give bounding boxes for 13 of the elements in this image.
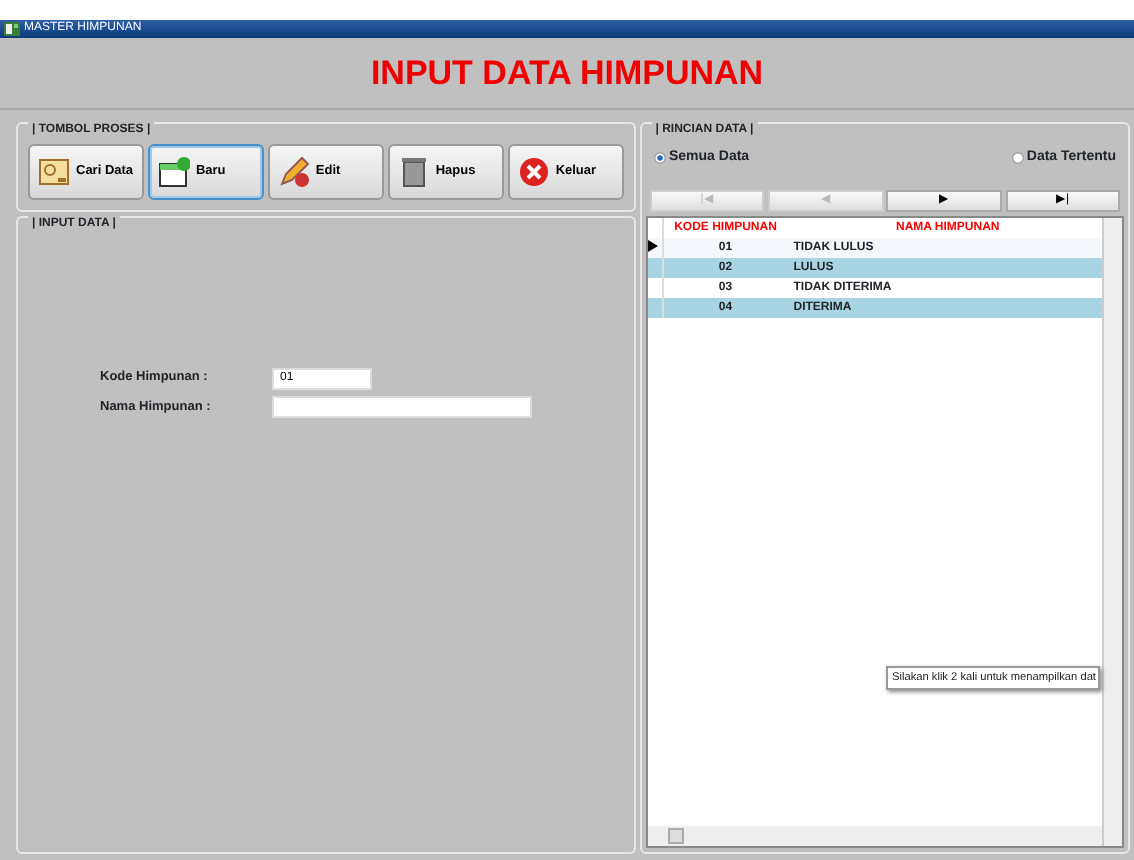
app-icon [4,22,20,36]
horizontal-scrollbar[interactable] [647,826,1102,846]
pencil-icon [277,156,310,188]
key-folder-icon [38,156,70,188]
input-field[interactable] [272,396,532,419]
trash-can-icon [397,156,430,188]
radio-button[interactable] [1011,152,1024,165]
close-icon [517,156,550,188]
new-page-icon [157,156,190,188]
form-heading: INPUT DATA HIMPUNAN [0,38,1134,110]
current-row-marker [647,239,658,252]
vertical-scrollbar[interactable] [1102,217,1122,846]
radio-button[interactable] [653,152,666,165]
